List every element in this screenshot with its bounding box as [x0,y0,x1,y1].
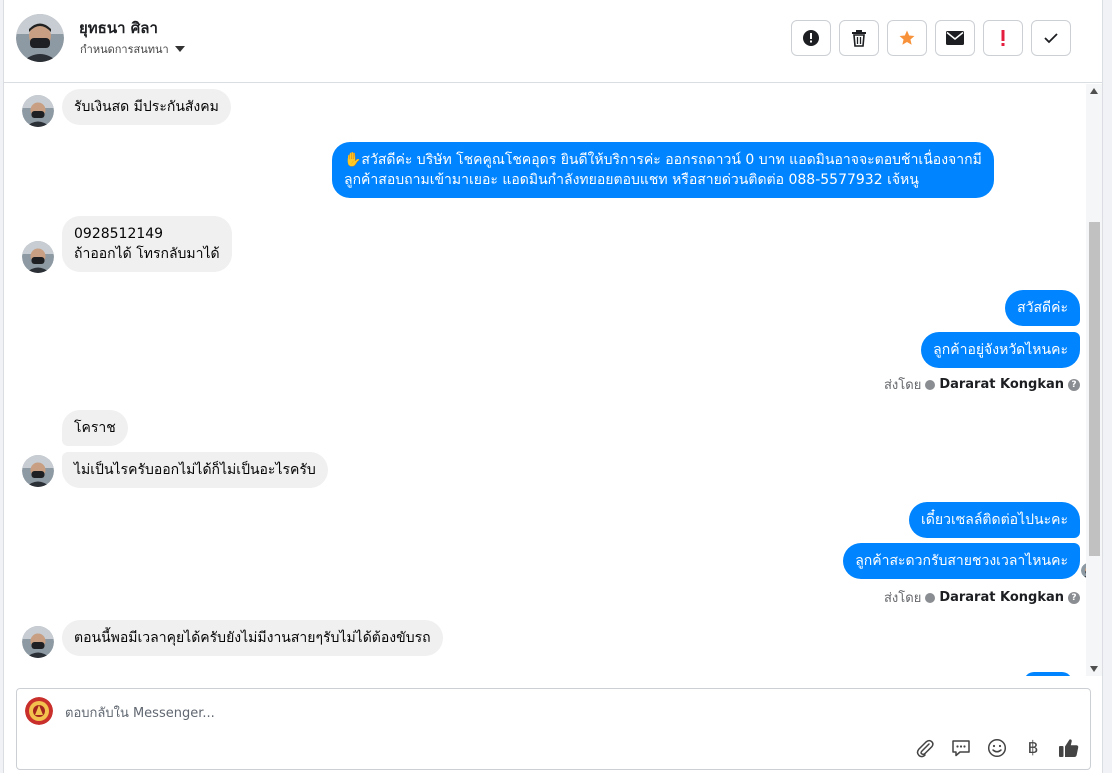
scrollbar-thumb[interactable] [1089,222,1100,556]
outgoing-message-partial [1024,672,1072,676]
incoming-message[interactable]: ตอนนี้พอมีเวลาคุยได้ครับยังไม่มีงานสายๆร… [62,620,443,656]
conversation-header: ยุทธนา ศิลา กำหนดการสนทนา [4,0,1102,83]
assign-conversation-dropdown[interactable]: กำหนดการสนทนา [80,40,185,58]
exclamation-icon [1001,30,1005,46]
baht-icon[interactable]: ฿ [1022,737,1044,759]
attach-button[interactable] [914,737,936,759]
trash-icon [852,30,866,47]
reply-composer: ฿ [16,688,1091,770]
star-icon [899,30,915,45]
assign-label: กำหนดการสนทนา [80,43,169,56]
help-icon[interactable]: ? [1068,378,1080,391]
verified-icon [925,592,936,603]
check-icon [1044,33,1058,44]
window-right-edge [1102,0,1112,773]
like-button[interactable] [1058,737,1080,759]
contact-avatar-small [22,241,54,273]
contact-avatar-small [22,455,54,487]
contact-avatar[interactable] [16,14,64,62]
star-button[interactable] [887,20,927,56]
sent-by-label: ส่งโดย [883,378,922,393]
emoji-icon [987,738,1007,758]
sent-by-info: ส่งโดย Dararat Kongkan ? [884,587,1080,608]
composer-tools: ฿ [914,737,1080,759]
follow-up-button[interactable] [983,20,1023,56]
outgoing-message[interactable]: สวัสดีค่ะ [1005,290,1080,326]
page-avatar [25,697,53,725]
thread-scrollbar[interactable] [1086,84,1102,676]
reply-input[interactable] [65,703,965,723]
outgoing-message[interactable]: ลูกค้าสะดวกรับสายชวงเวลาไหนคะ [843,543,1080,579]
caret-down-icon [174,46,185,52]
sent-by-label: ส่งโดย [883,591,922,606]
outgoing-message[interactable]: เดี๋ยวเซลล์ติดต่อไปนะคะ [909,502,1080,538]
outgoing-message[interactable]: ✋สวัสดีค่ะ บริษัท โชคคูณโชคอุดร ยินดีให้… [332,142,994,198]
agent-name[interactable]: Dararat Kongkan [939,377,1064,392]
contact-avatar-small [22,95,54,127]
mark-unread-button[interactable] [935,20,975,56]
contact-name[interactable]: ยุทธนา ศิลา [79,16,158,40]
paperclip-icon [916,739,934,758]
delete-button[interactable] [839,20,879,56]
message-line: ถ้าออกได้ โทรกลับมาได้ [74,246,220,262]
emoji-button[interactable] [986,737,1008,759]
message-line: 0928512149 [74,226,164,242]
incoming-message[interactable]: รับเงินสด มีประกันสังคม [62,89,231,125]
conversation-toolbar [791,20,1071,56]
incoming-message[interactable]: โคราช [62,410,128,446]
message-thread[interactable]: รับเงินสด มีประกันสังคม ✋สวัสดีค่ะ บริษั… [4,84,1102,676]
message-line: ✋สวัสดีค่ะ บริษัท โชคคูณโชคอุดร ยินดีให้… [344,152,982,168]
help-icon[interactable]: ? [1068,591,1080,604]
incoming-message[interactable]: ไม่เป็นไรครับออกไม่ได้ก็ไม่เป็นอะไรครับ [62,452,328,488]
mark-spam-button[interactable] [791,20,831,56]
contact-avatar-small [22,626,54,658]
scroll-up-arrow-icon[interactable] [1090,88,1098,94]
thumbs-up-icon [1059,739,1079,757]
saved-reply-button[interactable] [950,737,972,759]
sent-by-info: ส่งโดย Dararat Kongkan ? [884,374,1080,395]
outgoing-message[interactable]: ลูกค้าอยู่จังหวัดไหนคะ [921,332,1080,368]
alert-circle-icon [803,30,819,46]
message-line: ลูกค้าสอบถามเข้ามาเยอะ แอดมินกำลังทยอยตอ… [344,172,919,188]
verified-icon [925,379,936,390]
envelope-icon [946,31,964,45]
incoming-message[interactable]: 0928512149 ถ้าออกได้ โทรกลับมาได้ [62,216,232,272]
scroll-down-arrow-icon[interactable] [1090,666,1098,672]
saved-reply-icon [952,740,970,757]
mark-done-button[interactable] [1031,20,1071,56]
agent-name[interactable]: Dararat Kongkan [939,590,1064,605]
